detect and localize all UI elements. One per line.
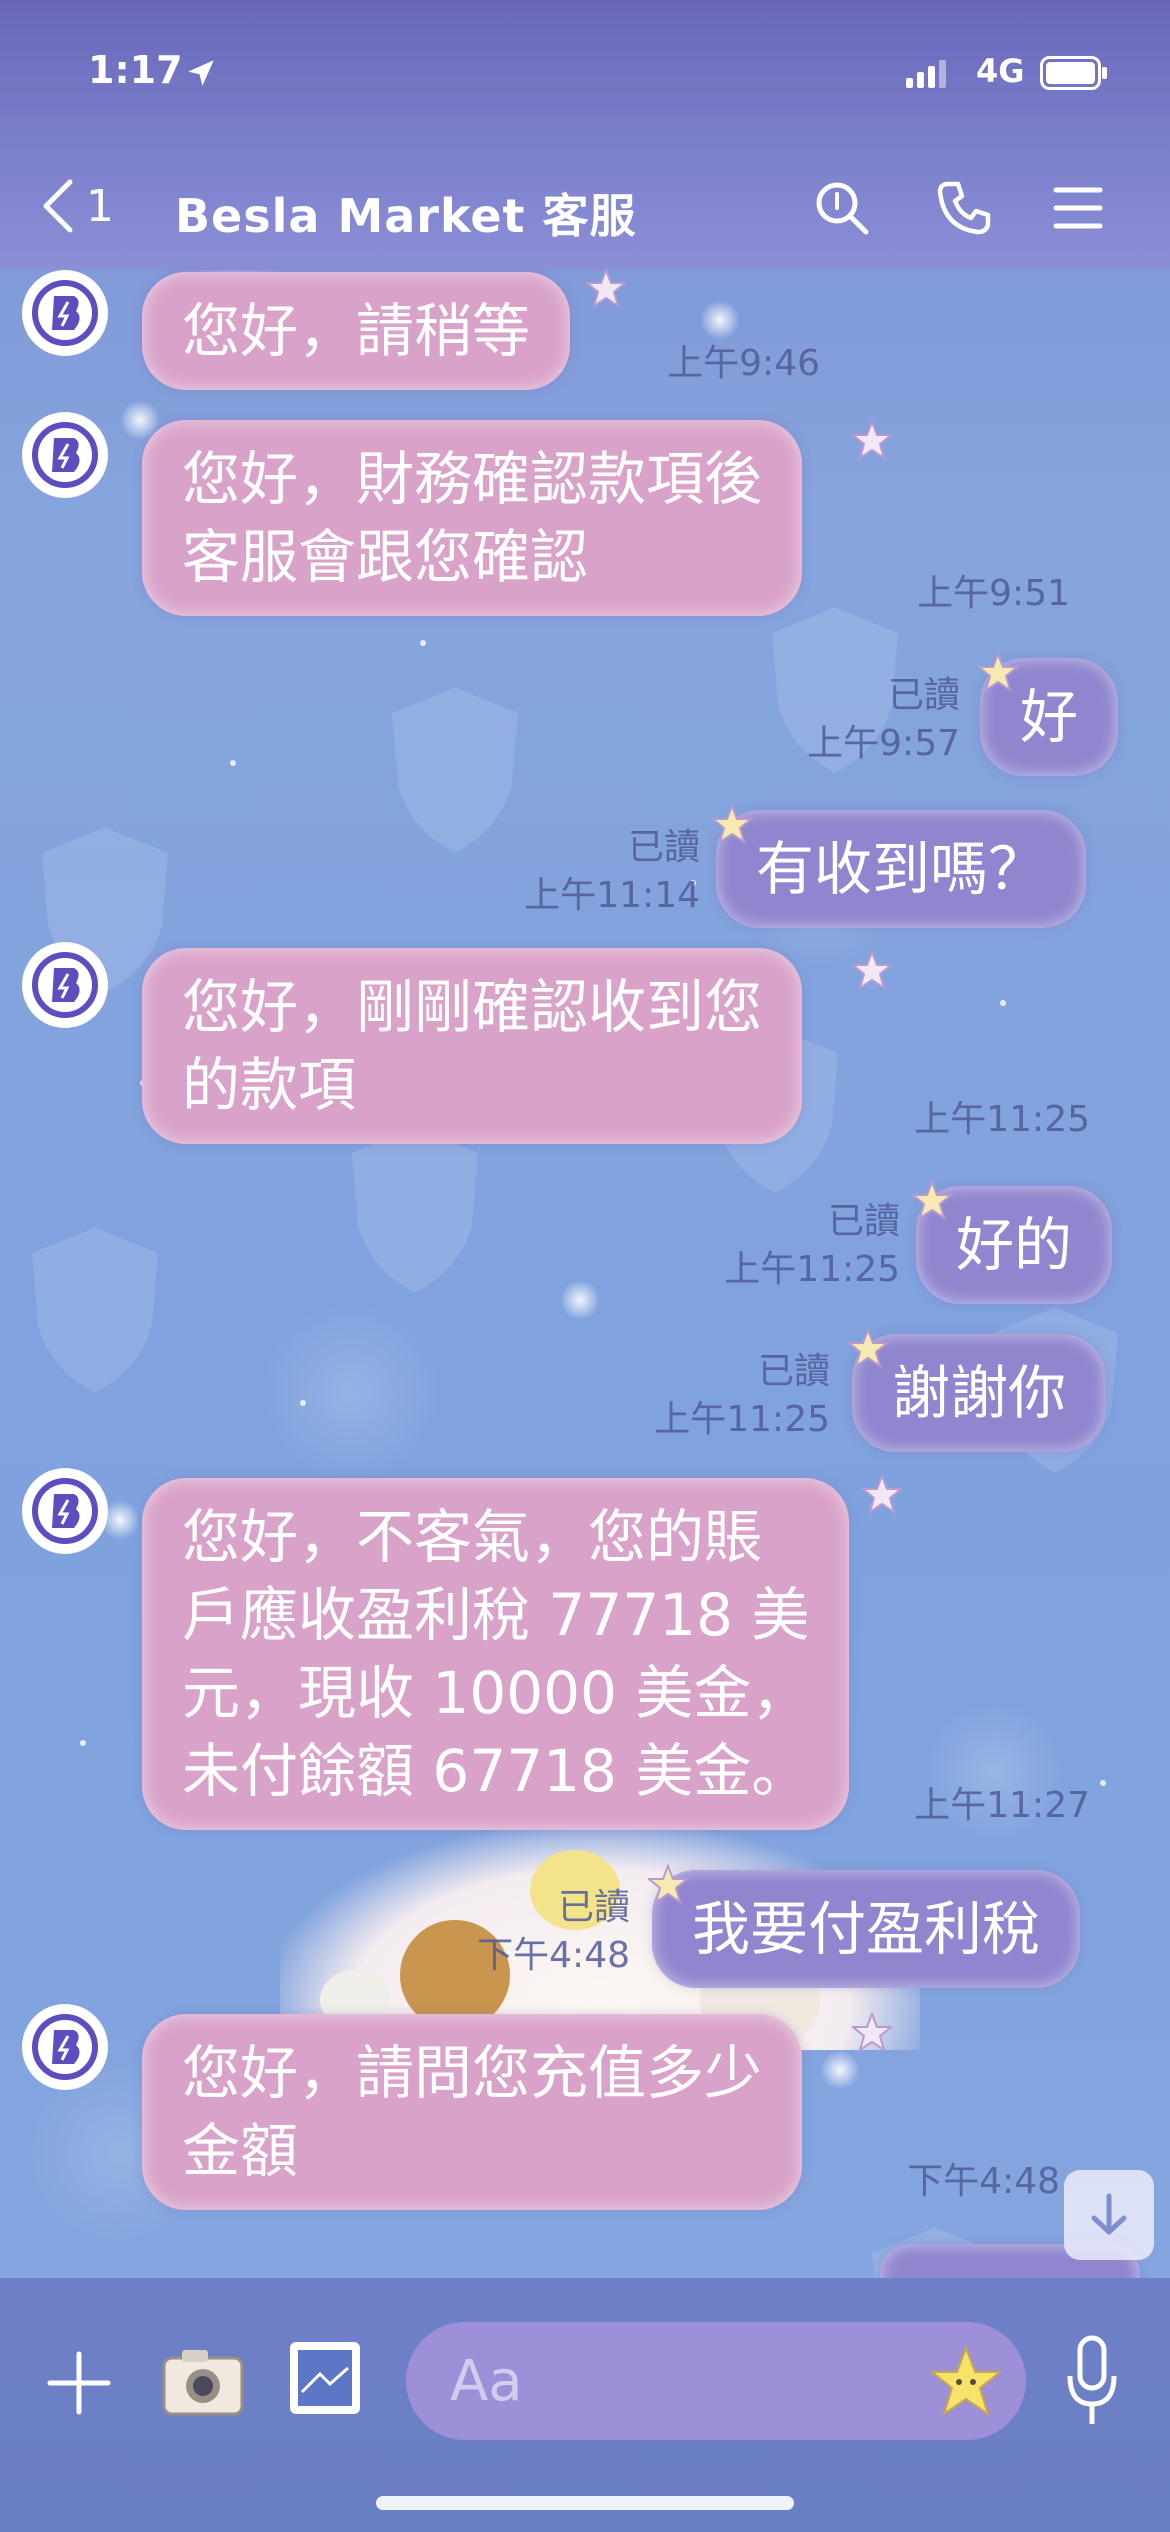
message-text: 元，現收 10000 美金， [182,1659,810,1727]
message-text: 有收到嗎？ [756,835,1047,903]
star-decoration-icon [852,950,892,990]
message-bubble-incoming[interactable]: 您好，財務確認款項後 客服會跟您確認 [142,420,803,616]
message-text: 您好，不客氣，您的賬 [182,1503,763,1571]
message-text: 您好，請問您充值多少 [182,2039,763,2107]
chevron-left-icon [43,179,73,233]
image-icon[interactable] [286,2338,364,2418]
chat-header: 1 Besla Market 客服 [0,140,1170,270]
network-type: 4G [976,52,1025,90]
message-time: 下午4:48 [907,2161,1060,2202]
brand-logo-icon [32,952,98,1018]
phone-icon[interactable] [934,178,994,238]
menu-icon[interactable] [1048,178,1108,238]
star-decoration-icon [862,1474,902,1514]
unread-count: 1 [86,180,114,232]
plus-icon[interactable] [44,2348,114,2418]
brand-logo-icon [32,280,98,346]
status-time: 1:17 [88,48,183,92]
message-text: 我要付盈利稅 [692,1895,1041,1963]
read-receipt: 已讀 [627,827,700,868]
message-bubble-outgoing[interactable]: 謝謝你 [852,1334,1107,1452]
avatar[interactable] [22,942,108,1028]
star-decoration-icon [648,1864,688,1904]
brand-logo-icon [32,422,98,488]
brand-logo-icon [32,1478,98,1544]
home-indicator [376,2496,794,2510]
star-decoration-icon [586,268,626,308]
star-decoration-icon [848,1328,888,1368]
message-text: 您好，剛剛確認收到您 [182,973,763,1041]
star-decoration-icon [712,804,752,844]
avatar[interactable] [22,412,108,498]
message-time: 上午11:25 [914,1099,1090,1140]
brand-logo-icon [32,2014,98,2080]
message-text: 客服會跟您確認 [182,523,589,591]
message-text: 戶應收盈利稅 77718 美 [182,1581,810,1649]
emoji-icon[interactable] [928,2344,1004,2420]
message-time: 下午4:48 [477,1935,630,1976]
message-time: 上午11:27 [914,1785,1090,1826]
signal-bars-icon [906,60,946,88]
camera-icon[interactable] [160,2344,246,2418]
message-bubble-incoming[interactable]: 您好，請稍等 [142,272,571,390]
microphone-icon[interactable] [1062,2332,1122,2432]
read-receipt: 已讀 [827,1201,900,1242]
message-time: 上午9:57 [807,723,960,764]
read-receipt: 已讀 [887,675,960,716]
message-text: 好 [1020,683,1079,751]
location-arrow-icon [188,60,214,86]
back-button[interactable]: 1 [40,176,130,236]
message-text: 好的 [956,1211,1073,1279]
message-time: 上午11:25 [724,1249,900,1290]
star-decoration-icon [978,652,1018,692]
message-text: 您好，請稍等 [182,297,531,365]
read-receipt: 已讀 [757,1351,830,1392]
avatar[interactable] [22,1468,108,1554]
message-bubble-incoming[interactable]: 您好，不客氣，您的賬 戶應收盈利稅 77718 美 元，現收 10000 美金，… [142,1478,850,1830]
message-bubble-incoming[interactable]: 您好，請問您充值多少 金額 [142,2014,803,2210]
message-text: 謝謝你 [892,1359,1067,1427]
message-time: 上午9:51 [917,573,1070,614]
message-text: 金額 [182,2117,299,2185]
input-bar [0,2278,1170,2532]
status-bar: 1:17 4G [0,0,1170,140]
message-time: 上午11:25 [654,1399,830,1440]
scroll-down-button[interactable] [1064,2170,1154,2260]
read-receipt: 已讀 [557,1887,630,1928]
avatar[interactable] [22,270,108,356]
arrow-down-icon [1091,2193,1127,2235]
message-time: 上午11:14 [524,875,700,916]
avatar[interactable] [22,2004,108,2090]
star-decoration-icon [912,1180,952,1220]
search-icon[interactable] [812,178,872,238]
message-bubble-outgoing[interactable]: 我要付盈利稅 [652,1870,1081,1988]
star-decoration-icon [852,420,892,460]
chat-title: Besla Market 客服 [175,189,637,243]
message-time: 上午9:46 [667,343,820,384]
message-text: 的款項 [182,1051,357,1119]
message-text: 未付餘額 67718 美金。 [182,1737,810,1805]
message-bubble-incoming[interactable]: 您好，剛剛確認收到您 的款項 [142,948,803,1144]
battery-icon [1040,56,1107,90]
message-bubble-outgoing[interactable]: 有收到嗎？ [716,810,1087,928]
star-decoration-icon [852,2012,892,2052]
message-text: 您好，財務確認款項後 [182,445,763,513]
